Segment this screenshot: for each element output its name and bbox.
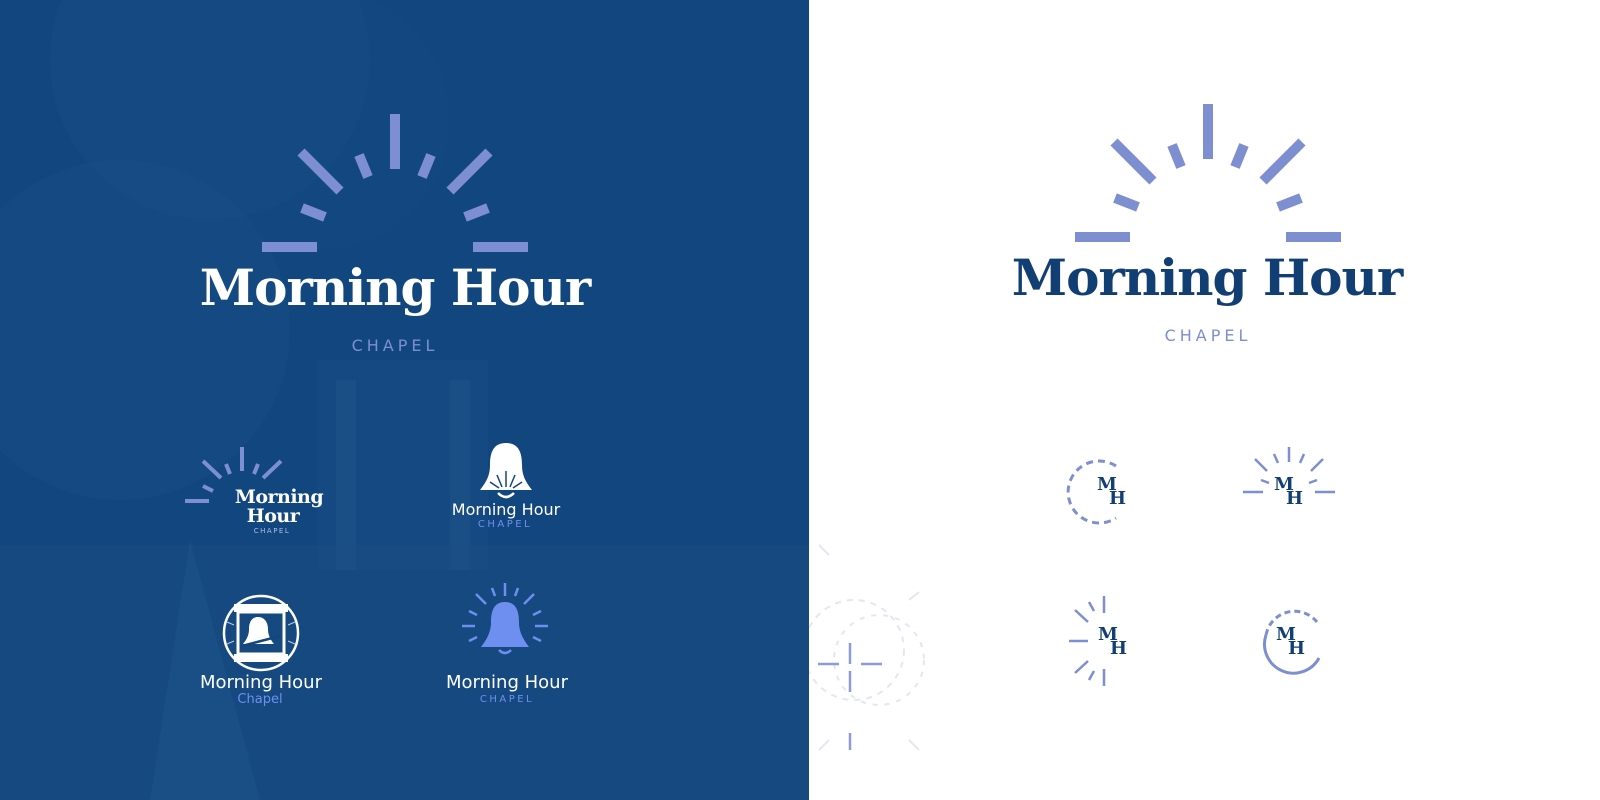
radiant-bell-logo-subtitle: CHAPEL: [479, 694, 535, 705]
radiant-bell-logo-title: Morning Hour: [446, 672, 568, 693]
badge-logo-title: Morning Hour: [200, 672, 322, 693]
sunrise-rays-icon-light: [1075, 104, 1341, 242]
dark-panel: Morning Hour CHAPEL Morning Hour CHAPEL …: [0, 0, 809, 800]
badge-logo-subtitle: Chapel: [237, 692, 283, 707]
bell-icon: [480, 443, 532, 499]
mh-monogram-3-h: H: [1110, 638, 1127, 659]
radiant-bell-icon: [462, 583, 548, 655]
sunrise-rays-icon: [262, 114, 528, 252]
small-logo-subtitle: CHAPEL: [253, 527, 291, 535]
light-logo-subtitle: CHAPEL: [1164, 326, 1252, 345]
small-logo-line2: Hour: [246, 505, 300, 527]
light-panel: Morning Hour CHAPEL M H M H M H M H: [809, 0, 1600, 800]
bell-logo-title: Morning Hour: [451, 500, 561, 519]
primary-logo-title: Morning Hour: [199, 258, 591, 317]
mh-monogram-1-h: H: [1109, 488, 1126, 509]
bell-window-badge-icon: [222, 594, 300, 672]
mh-monogram-2-h: H: [1286, 488, 1303, 509]
faint-rays-pattern-icon: [809, 544, 925, 751]
mh-monogram-4-h: H: [1288, 638, 1305, 659]
primary-logo-subtitle: CHAPEL: [351, 336, 439, 355]
light-logo-title: Morning Hour: [1011, 248, 1403, 307]
bell-logo-subtitle: CHAPEL: [477, 519, 533, 530]
